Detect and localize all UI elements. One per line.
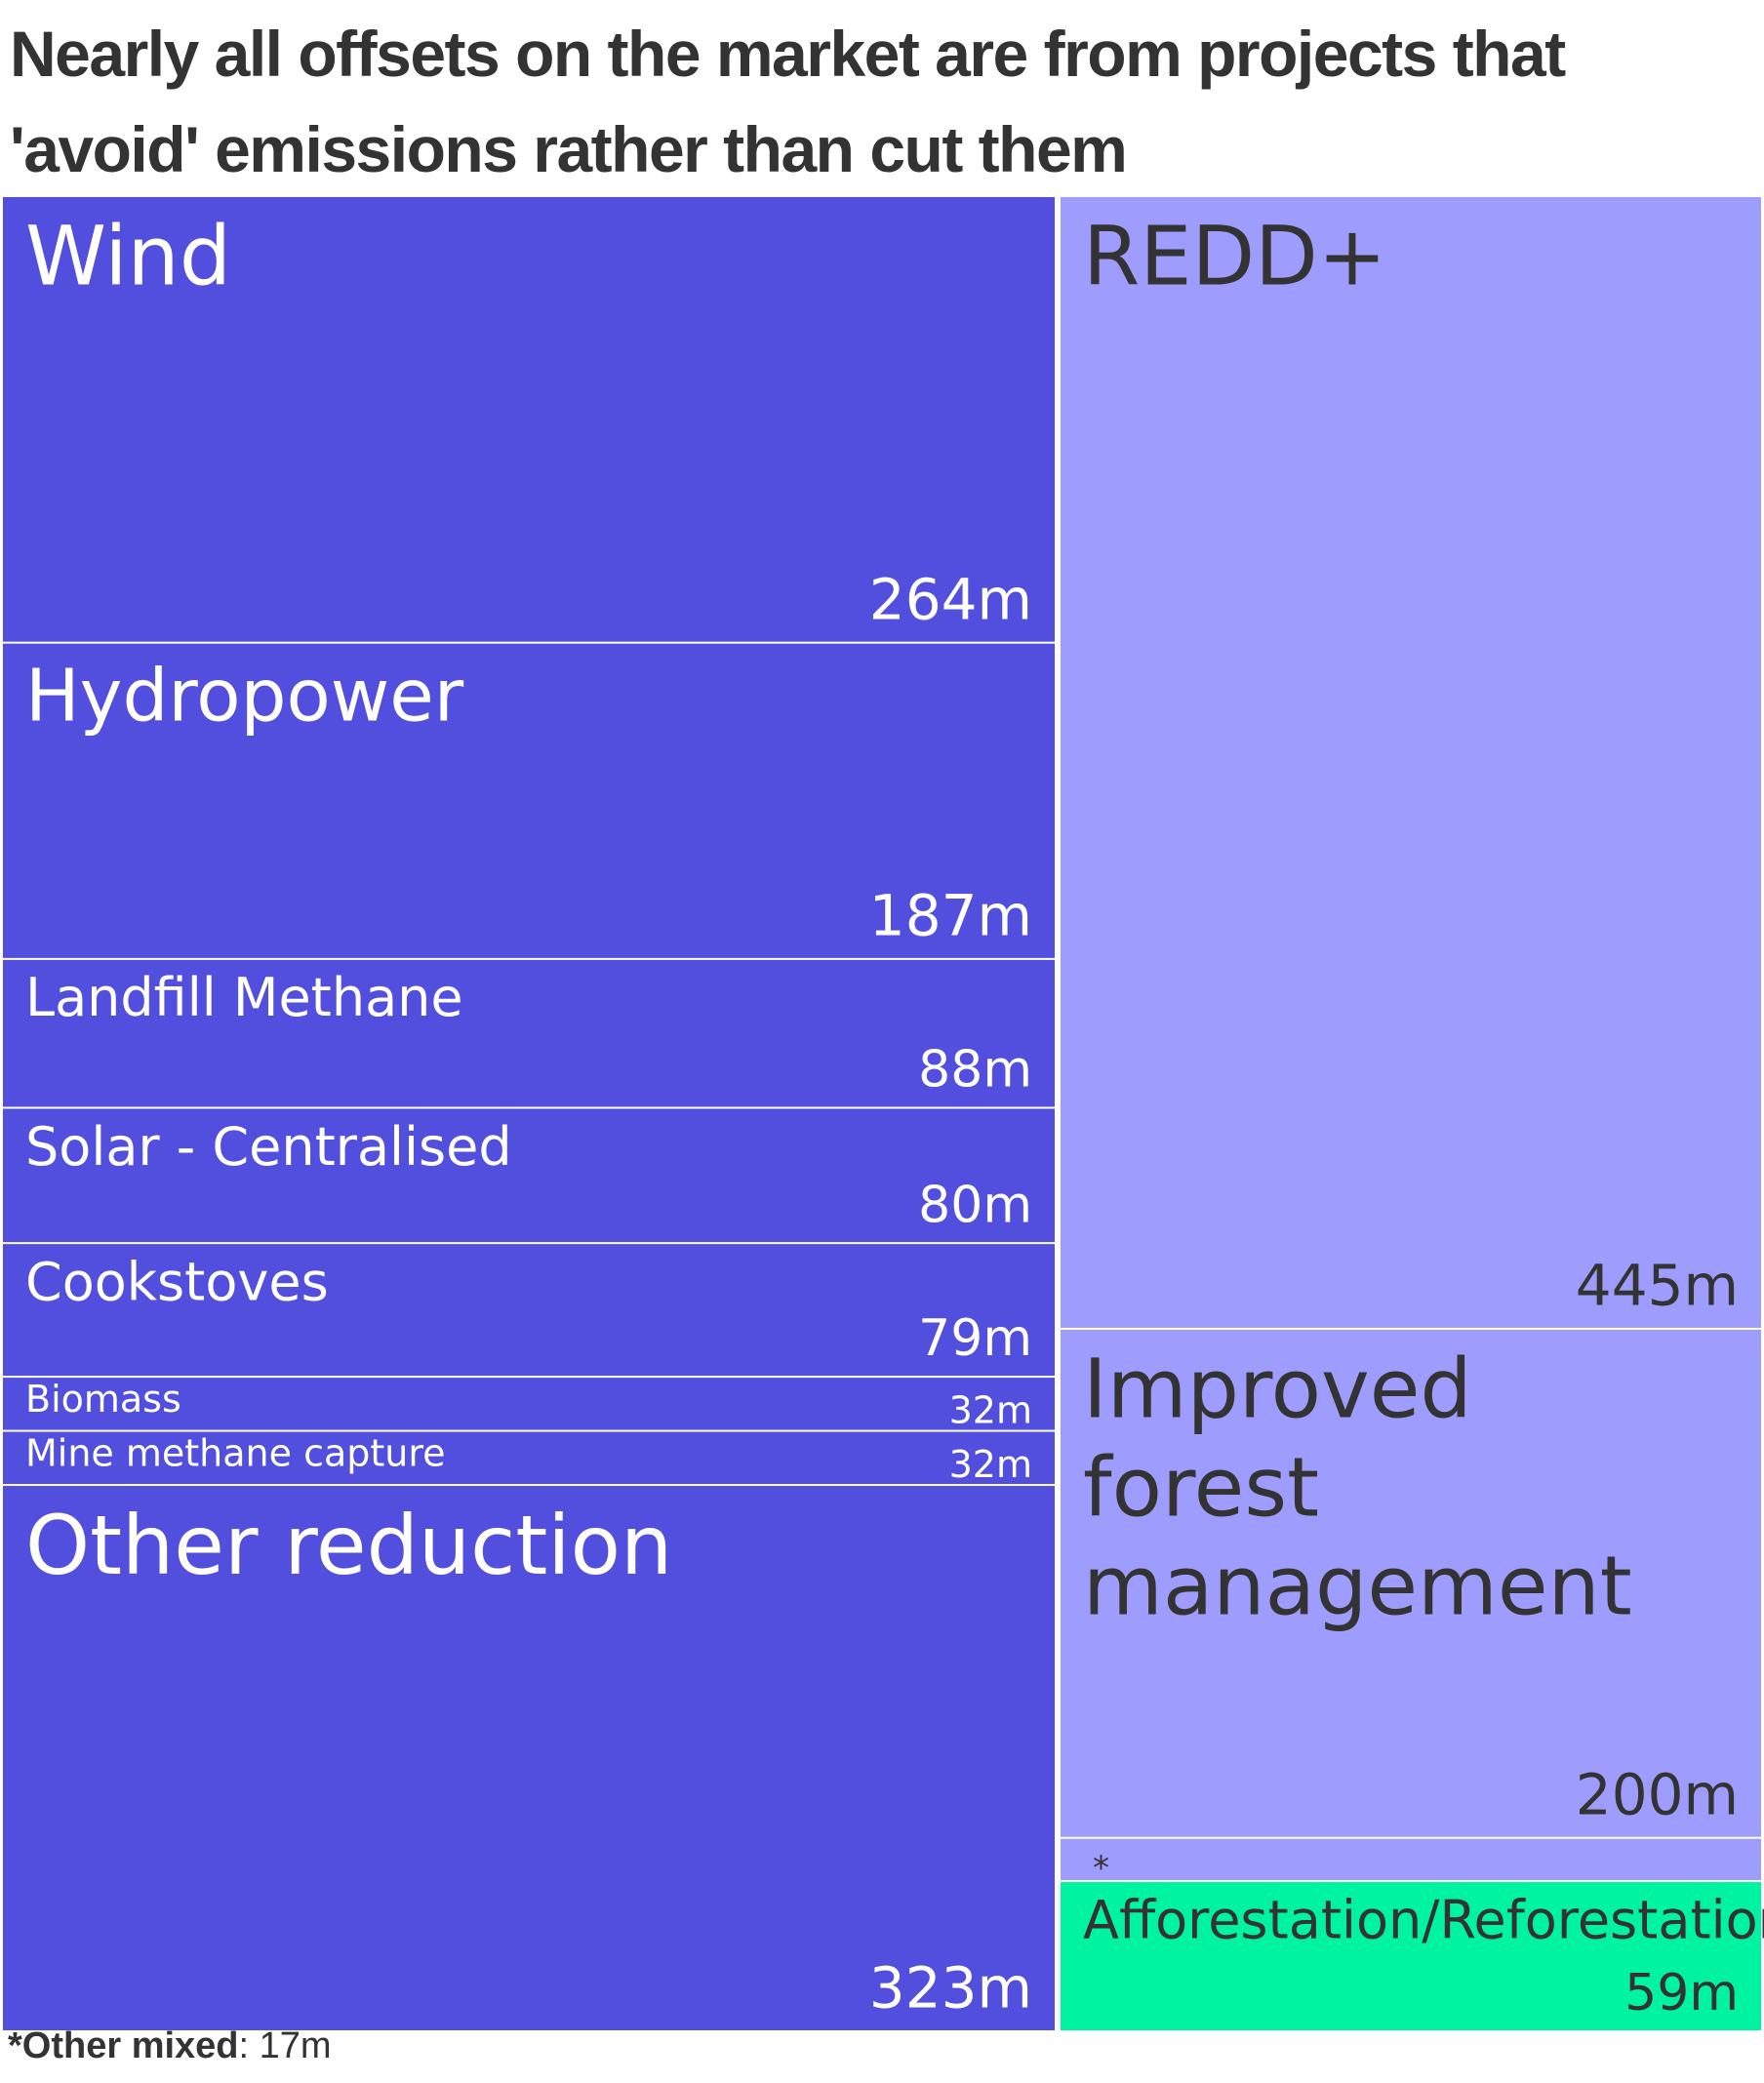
- footnote-label: *Other mixed: [8, 2025, 239, 2066]
- cell-value: 187m: [869, 883, 1032, 949]
- cell-value: 264m: [869, 566, 1032, 632]
- treemap-cell: [1061, 1838, 1761, 1881]
- footnote: *Other mixed: 17m: [8, 2025, 332, 2067]
- treemap-cell: [1061, 197, 1761, 1328]
- cell-label: Wind: [25, 209, 231, 304]
- cell-label: Solar - Centralised: [25, 1116, 512, 1178]
- cell-wind: Wind 264m: [3, 197, 1055, 642]
- cell-label: Cookstoves: [25, 1251, 329, 1312]
- cell-value: 80m: [918, 1176, 1032, 1234]
- cell-landfill-methane: Landfill Methane 88m: [3, 959, 1055, 1107]
- cell-value: 32m: [949, 1389, 1032, 1432]
- cell-value: 445m: [1576, 1253, 1739, 1319]
- cell-improved-forest-management: Improvedforestmanagement 200m: [1061, 1329, 1761, 1837]
- cell-afforestation-reforestation: Afforestation/Reforestation 59m: [1061, 1882, 1764, 2030]
- cell-value: 323m: [869, 1955, 1032, 2022]
- cell-label: Afforestation/Reforestation: [1083, 1889, 1764, 1950]
- cell-label: management: [1083, 1538, 1632, 1633]
- cell-label: Other reduction: [25, 1498, 672, 1593]
- cell-other-reduction: Other reduction 323m: [3, 1486, 1055, 2030]
- cell-label: REDD+: [1083, 209, 1386, 304]
- cell-solar-centralised: Solar - Centralised 80m: [3, 1108, 1055, 1243]
- cell-label: Biomass: [25, 1378, 181, 1421]
- cell-value: 200m: [1576, 1761, 1739, 1827]
- cell-label: forest: [1083, 1439, 1319, 1535]
- cell-cookstoves: Cookstoves 79m: [3, 1244, 1055, 1377]
- cell-label: Landfill Methane: [25, 967, 463, 1028]
- cell-value: 88m: [918, 1041, 1032, 1100]
- cell-label: Mine methane capture: [25, 1432, 446, 1475]
- treemap: Wind 264m Hydropower 187m Landfill Methane 88…: [3, 197, 1764, 2030]
- cell-value: 59m: [1624, 1964, 1739, 2023]
- cell-value: 32m: [949, 1443, 1032, 1486]
- cell-hydropower: Hydropower 187m: [3, 643, 1055, 958]
- cell-value: 79m: [918, 1309, 1032, 1368]
- cell-label: Improved: [1083, 1342, 1472, 1437]
- cell-biomass: Biomass 32m: [3, 1378, 1055, 1432]
- cell-other: *: [1061, 1838, 1761, 1888]
- footnote-value: : 17m: [238, 2025, 332, 2066]
- cell-label: Hydropower: [25, 655, 464, 739]
- cell-mine-methane-capture: Mine methane capture 32m: [3, 1431, 1055, 1486]
- cell-redd: REDD+ 445m: [1061, 197, 1761, 1328]
